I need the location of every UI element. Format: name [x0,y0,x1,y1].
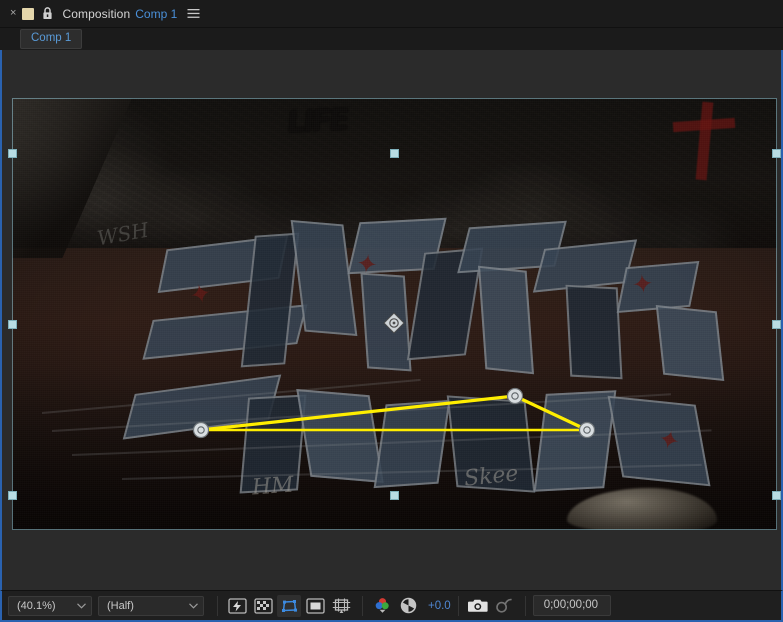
current-time-field[interactable]: 0;00;00;00 [532,595,612,616]
magnification-dropdown[interactable]: (40.1%) [8,595,92,616]
panel-color-chip-icon [22,7,35,20]
snapshot-camera-icon[interactable] [466,595,490,617]
lock-icon[interactable] [42,7,53,20]
toolbar-separator [217,595,218,616]
graffiti-tag-hm: HM [251,472,295,501]
selection-handle-middle-left[interactable] [8,320,17,329]
graffiti-tag-wsh: WSH [95,217,151,251]
selection-handle-top-left[interactable] [8,149,17,158]
viewer-toolbar: (40.1%) (Half) +0.0 0;00;00;00 [0,590,783,622]
composition-image-content: LIFE WSH ✦ ✦ ✦ ✦ HM Skee [12,98,777,530]
selection-handle-top-right[interactable] [772,149,781,158]
transparency-grid-icon[interactable] [251,595,275,617]
magnification-value: (40.1%) [17,599,56,612]
panel-title: Composition [62,6,131,21]
region-of-interest-icon[interactable] [303,595,327,617]
toolbar-separator [362,595,363,616]
selection-handle-bottom-left[interactable] [8,491,17,500]
mask-shape-icon[interactable] [277,594,301,617]
red-cross-mark-icon [672,101,736,181]
exposure-value[interactable]: +0.0 [428,600,451,612]
chevron-down-icon [77,602,86,609]
exposure-icon[interactable] [396,595,420,617]
graffiti-tag-life: LIFE [285,102,348,141]
breadcrumb: Comp 1 [0,28,783,50]
breadcrumb-item-comp-1[interactable]: Comp 1 [20,29,83,49]
resolution-value: (Half) [107,599,134,612]
channels-icon[interactable] [370,595,394,617]
fast-previews-icon[interactable] [225,595,249,617]
panel-menu-icon[interactable] [187,8,200,19]
after-effects-composition-panel: × Composition Comp 1 Comp 1 LIFE WSH ✦ ✦… [0,0,783,622]
selection-handle-middle-right[interactable] [772,320,781,329]
selection-handle-bottom-right[interactable] [772,491,781,500]
grid-guides-icon[interactable] [329,595,353,617]
close-tab-button[interactable]: × [8,8,22,19]
toolbar-separator [524,595,526,616]
show-snapshot-icon[interactable] [492,595,516,617]
resolution-dropdown[interactable]: (Half) [98,595,204,616]
selection-handle-bottom-center[interactable] [390,491,399,500]
toolbar-separator [457,595,459,616]
panel-tab-bar: × Composition Comp 1 [0,0,783,28]
panel-comp-name: Comp 1 [135,6,178,21]
chevron-down-icon [189,602,198,609]
composition-viewer[interactable]: LIFE WSH ✦ ✦ ✦ ✦ HM Skee [0,50,783,590]
graffiti-letters: WSH ✦ ✦ ✦ ✦ HM Skee [12,216,777,516]
selection-handle-top-center[interactable] [390,149,399,158]
composition-image: LIFE WSH ✦ ✦ ✦ ✦ HM Skee [12,98,777,530]
